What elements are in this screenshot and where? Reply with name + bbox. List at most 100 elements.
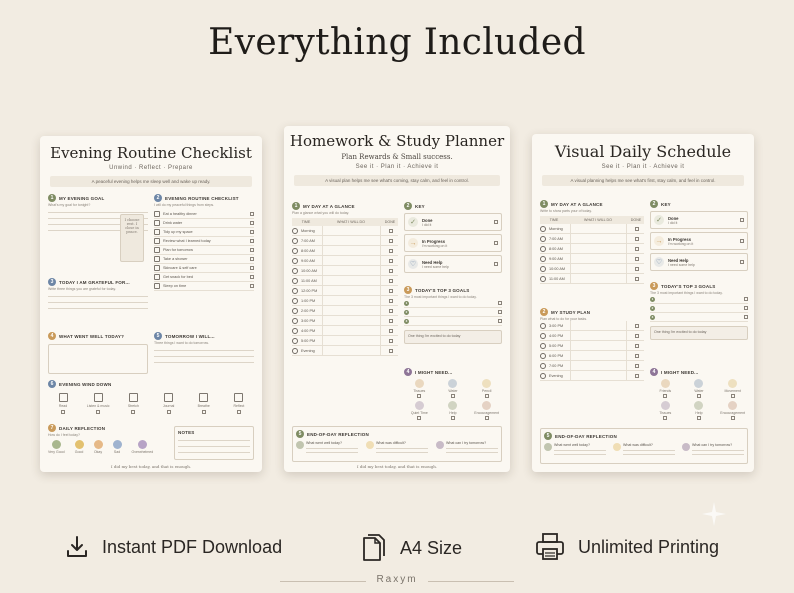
task-cell[interactable] [570,254,627,263]
checkbox[interactable] [663,416,668,420]
checkbox[interactable] [201,410,206,414]
done-checkbox[interactable] [389,228,393,233]
task-cell[interactable] [570,361,627,370]
checkbox[interactable] [250,248,254,252]
task-cell[interactable] [322,336,381,345]
task-cell[interactable] [570,264,627,273]
task-cell[interactable] [322,306,381,315]
checkbox[interactable] [494,262,498,266]
done-checkbox[interactable] [389,318,393,323]
key-item: ♡ Need Help I need some help [404,255,502,273]
done-checkbox[interactable] [635,256,639,261]
checkbox[interactable] [250,230,254,234]
done-checkbox[interactable] [635,323,639,328]
task-cell[interactable] [570,224,627,233]
checkbox[interactable] [663,394,668,398]
done-checkbox[interactable] [635,343,639,348]
done-checkbox[interactable] [635,353,639,358]
checkbox[interactable] [417,394,422,398]
checkbox[interactable] [250,257,254,261]
done-checkbox[interactable] [389,238,393,243]
done-checkbox[interactable] [389,258,393,263]
done-checkbox[interactable] [389,348,393,353]
checkbox[interactable] [250,266,254,270]
checkbox[interactable] [166,410,171,414]
task-cell[interactable] [322,246,381,255]
schedule-row: 10:00 AM [540,264,644,274]
done-checkbox[interactable] [635,276,639,281]
task-cell[interactable] [570,244,627,253]
checkbox[interactable] [236,410,241,414]
checkbox[interactable] [450,394,455,398]
checkbox[interactable] [696,394,701,398]
sheet-intro: A visual planning helps me see what's fi… [542,175,744,186]
task-cell[interactable] [570,341,627,350]
task-cell[interactable] [570,351,627,360]
task-cell[interactable] [570,371,627,380]
done-checkbox[interactable] [635,226,639,231]
daily-schedule-sheet: Visual Daily Schedule See it · Plan it ·… [532,134,754,472]
checkbox[interactable] [250,275,254,279]
done-checkbox[interactable] [635,363,639,368]
wind-down-item: Breathe [189,393,219,414]
checklist-item: Skincare & self care [154,264,254,273]
mood-option[interactable]: Okay [93,440,103,454]
task-cell[interactable] [322,266,381,275]
checkbox[interactable] [696,416,701,420]
task-cell[interactable] [322,286,381,295]
task-cell[interactable] [322,296,381,305]
checkbox[interactable] [61,410,65,414]
checkbox[interactable] [131,410,136,414]
task-cell[interactable] [570,331,627,340]
checkbox[interactable] [250,239,254,243]
checkbox[interactable] [250,212,254,216]
done-checkbox[interactable] [389,308,393,313]
done-checkbox[interactable] [635,246,639,251]
done-checkbox[interactable] [389,298,393,303]
done-checkbox[interactable] [389,338,393,343]
done-checkbox[interactable] [389,268,393,273]
checkbox[interactable] [494,241,498,245]
checkbox[interactable] [730,394,735,398]
mood-option[interactable]: Overwhelmed [132,440,153,454]
checkbox[interactable] [484,394,489,398]
task-cell[interactable] [322,316,381,325]
schedule-row: 5:00 PM [540,341,644,351]
quote-card: I choose rest. I close in peace. [120,214,144,262]
done-checkbox[interactable] [635,373,639,378]
checkbox[interactable] [740,260,744,264]
clock-icon [292,237,298,244]
reflection-section: 5 END-OF-DAY REFLECTION What went well to… [540,428,748,464]
task-cell[interactable] [570,274,627,283]
done-checkbox[interactable] [635,236,639,241]
task-cell[interactable] [322,236,381,245]
done-checkbox[interactable] [635,266,639,271]
time-label: Morning [301,228,315,233]
mood-option[interactable]: Good [74,440,84,454]
checkbox[interactable] [450,416,455,420]
checkbox[interactable] [417,416,422,420]
task-cell[interactable] [322,346,381,355]
wind-down-label: Journal [162,404,175,408]
done-checkbox[interactable] [389,248,393,253]
done-checkbox[interactable] [389,288,393,293]
task-cell[interactable] [322,276,381,285]
task-cell[interactable] [322,226,381,235]
checkbox[interactable] [250,221,254,225]
task-cell[interactable] [570,234,627,243]
checkbox[interactable] [96,410,101,414]
done-checkbox[interactable] [635,333,639,338]
mood-option[interactable]: Very Good [48,440,65,454]
checkbox[interactable] [740,239,744,243]
done-checkbox[interactable] [389,278,393,283]
task-cell[interactable] [570,321,627,330]
checkbox[interactable] [740,218,744,222]
checkbox[interactable] [484,416,489,420]
checkbox[interactable] [250,284,254,288]
task-cell[interactable] [322,326,381,335]
checkbox[interactable] [494,220,498,224]
mood-option[interactable]: Sad [112,440,122,454]
checkbox[interactable] [730,416,735,420]
task-cell[interactable] [322,256,381,265]
done-checkbox[interactable] [389,328,393,333]
